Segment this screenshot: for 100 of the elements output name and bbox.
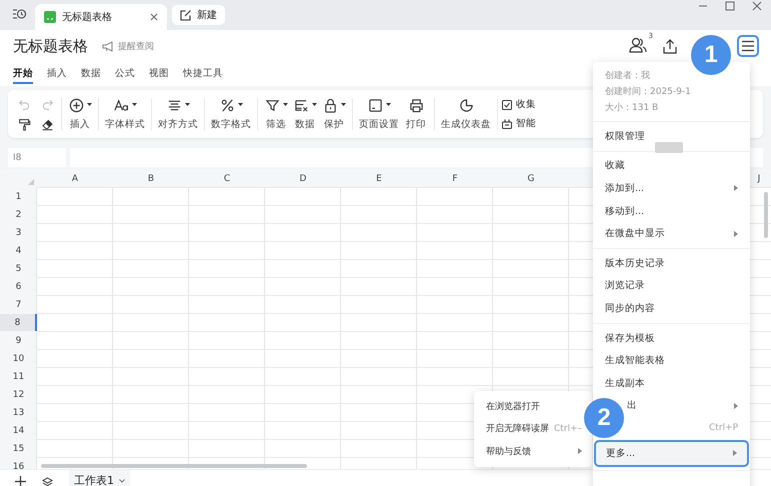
toolbar-button[interactable]: 收集 [502,98,536,111]
spreadsheet-icon [44,11,56,23]
new-button[interactable]: 新建 [172,5,225,25]
megaphone-icon [102,40,114,52]
row-header[interactable]: 1 [0,188,37,205]
row-header[interactable]: 13 [0,404,37,421]
menu-item[interactable]: 更多... [594,440,749,467]
people-icon[interactable] [629,37,647,53]
layers-icon[interactable] [42,476,53,486]
cell-name-field[interactable]: I8 [8,148,66,167]
row-header[interactable]: 11 [0,368,37,385]
row-header[interactable]: 5 [0,260,37,277]
file-info-text: 大小：131 B [605,102,660,115]
menu-item[interactable]: 生成智能表格 [593,349,750,372]
printer-icon [408,98,424,112]
font-icon [114,98,128,112]
shortcut-text: Ctrl+– [554,424,582,434]
menu-item[interactable]: 帮助与反馈 [474,440,582,463]
sheet-tab[interactable]: 工作表1 [69,470,130,486]
row-header[interactable]: 8 [0,314,37,331]
align-icon [166,98,182,112]
menu-item[interactable]: 在微盘中显示 [593,222,750,245]
lock-icon [322,98,338,112]
column-header[interactable]: B [113,170,189,188]
menu-item-label: 出 [627,399,637,412]
menu-item[interactable]: 开启无障碍读屏 Ctrl+– [474,418,582,440]
column-header[interactable]: F [417,170,493,188]
share-icon[interactable] [663,38,677,54]
menu-item[interactable]: 生成副本 [593,372,750,395]
toolbar-button[interactable]: 保护 [320,97,348,131]
row-header[interactable]: 7 [0,296,37,313]
row-header[interactable]: 9 [0,332,37,349]
checkbox-icon [502,100,512,110]
column-header[interactable]: C [189,170,265,188]
edit-icon [180,9,192,21]
row-header[interactable]: 14 [0,422,37,439]
history-icon[interactable] [12,8,26,20]
menu-item[interactable]: 同步的内容 [593,297,750,320]
menu-item[interactable]: 出 [627,394,750,418]
row-header[interactable]: 3 [0,224,37,241]
remind-button[interactable]: 提醒查阅 [102,40,154,52]
row-header[interactable]: 10 [0,350,37,367]
toolbar-button[interactable]: 字体样式 [103,97,147,131]
plus-circle-icon [68,98,84,112]
ribbon-tab[interactable]: 开始 [13,64,33,84]
pie-chart-icon [458,98,474,112]
menu-item[interactable]: 在浏览器打开 [474,395,582,418]
toolbar-button[interactable]: 数字格式 [209,97,253,131]
menu-item[interactable]: 保存为模板 [593,326,750,350]
row-header[interactable]: 15 [0,440,37,457]
menu-item[interactable]: 版本历史记录 [593,252,750,275]
ribbon-tab[interactable]: 视图 [149,64,169,84]
column-header[interactable]: D [265,170,341,188]
menu-item[interactable]: 移动到... [593,200,750,222]
robot-icon [502,118,512,128]
step-badge: 1 [691,35,731,75]
blank-tooltip [655,142,683,153]
document-tab[interactable]: 无标题表格 [35,4,167,30]
ribbon-tab[interactable]: 数据 [81,64,101,84]
chevron-down-icon [119,478,125,482]
toolbar-button[interactable]: 页面设置 [357,97,401,131]
toolbar-button[interactable]: 数据 [291,97,319,131]
toolbar-button[interactable]: 智能 [502,117,536,130]
toolbar-button[interactable]: 插入 [66,97,94,131]
menu-icon [741,40,755,52]
document-title: 无标题表格 [13,36,88,56]
add-icon[interactable] [15,476,26,486]
menu-item[interactable]: 权限管理 [593,125,750,148]
filter-icon [264,98,280,112]
column-header[interactable]: G [493,170,569,188]
ribbon-tab[interactable]: 公式 [115,64,135,84]
close-icon[interactable] [150,13,158,21]
menu-item[interactable]: 收藏 [593,154,750,178]
ribbon-tab[interactable]: 快捷工具 [183,64,223,84]
maximize-icon[interactable] [725,1,735,11]
file-info-text: 创建时间：2025-9-1 [605,86,692,99]
row-header[interactable]: 6 [0,278,37,295]
row-header[interactable]: 2 [0,206,37,223]
file-info-text: 创建者：我 [605,70,651,83]
menu-item[interactable]: 添加到... [593,177,750,200]
toolbar-button[interactable]: 打印 [402,97,430,131]
row-header[interactable]: 4 [0,242,37,259]
data-icon [294,98,308,112]
shortcut-text: Ctrl+P [709,423,738,434]
close-icon[interactable] [752,1,762,11]
menu-item[interactable]: 浏览记录 [593,274,750,298]
toolbar-button[interactable]: 对齐方式 [156,97,200,131]
row-header[interactable]: 16 [0,458,37,469]
scrollbar[interactable] [41,464,307,468]
column-header[interactable]: A [37,170,113,188]
column-header[interactable]: E [341,170,417,188]
page-icon [368,98,382,112]
ribbon-tab[interactable]: 插入 [47,64,67,84]
toolbar-button[interactable]: 生成仪表盘 [439,97,493,131]
tab-title: 无标题表格 [62,10,113,24]
toolbar-button[interactable]: 筛选 [262,97,290,131]
row-header[interactable]: 12 [0,386,37,403]
percent-icon [220,98,234,112]
scrollbar[interactable] [764,192,768,238]
menu-button[interactable] [737,35,759,57]
